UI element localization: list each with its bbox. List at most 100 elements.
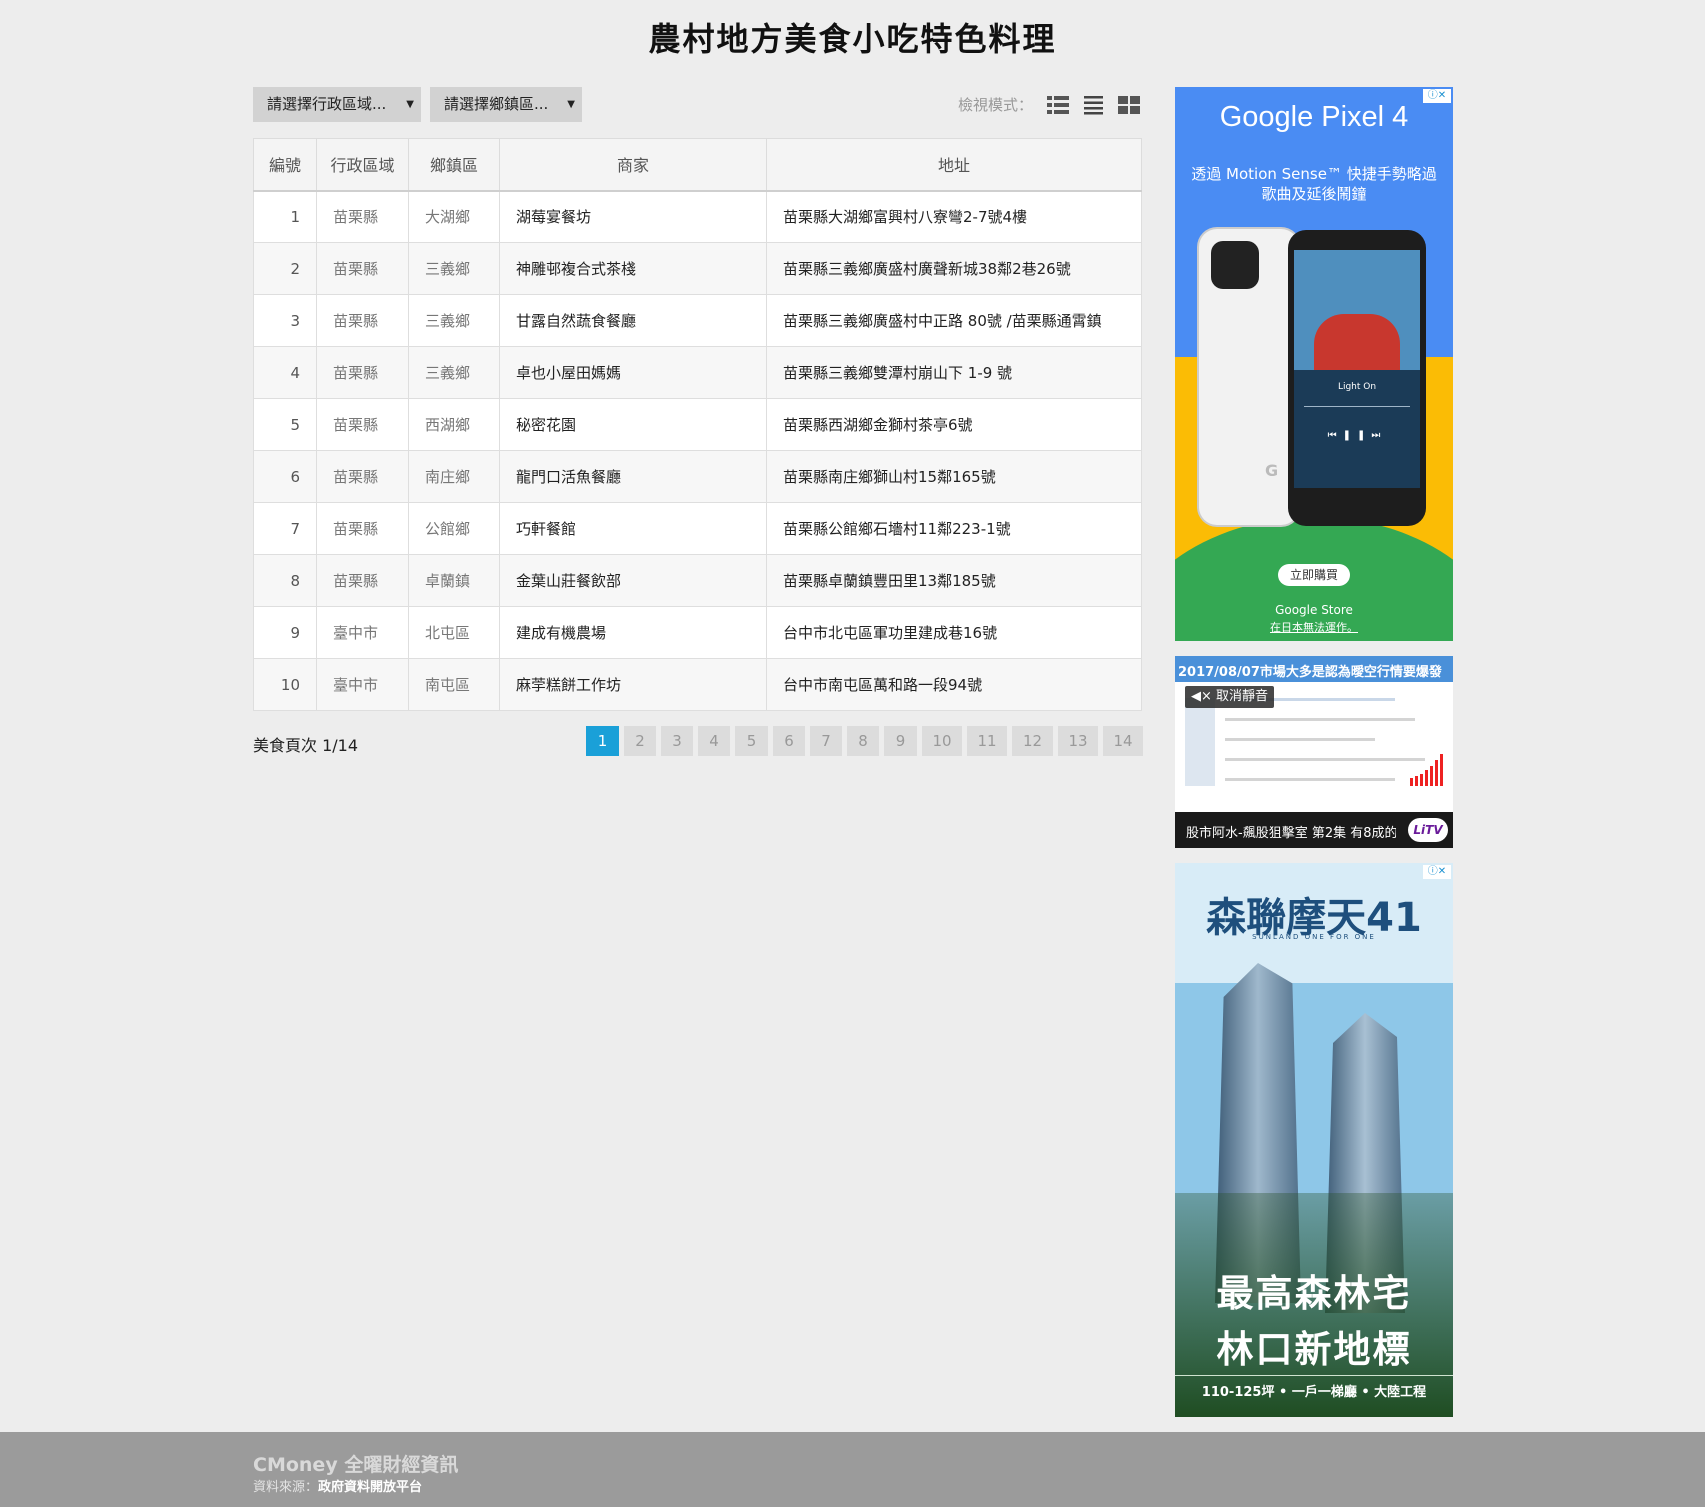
estate-line1: 最高森林宅 bbox=[1216, 1272, 1412, 1315]
page-button-14[interactable]: 14 bbox=[1103, 726, 1143, 756]
cell-shop: 秘密花園 bbox=[499, 398, 767, 451]
table-row[interactable]: 2 苗栗縣 三義鄉 神雕邨複合式茶棧 苗栗縣三義鄉廣盛村廣聲新城38鄰2巷26號 bbox=[253, 242, 1142, 295]
cell-region: 臺中市 bbox=[316, 606, 409, 659]
ad-video-player[interactable]: 2017/08/07市場大多是認為曖空行情要爆發 ◀× 取消靜音 股市阿水-飆股… bbox=[1175, 656, 1453, 848]
phone-back: G bbox=[1199, 229, 1299, 525]
ad-close-icon[interactable]: ⓘ✕ bbox=[1423, 865, 1451, 879]
ad-banner-estate[interactable]: ⓘ✕ 森聯摩天41 SUNLAND ONE FOR ONE 最高森林宅 林口新地… bbox=[1175, 863, 1453, 1417]
table-row[interactable]: 3 苗栗縣 三義鄉 甘露自然蔬食餐廳 苗栗縣三義鄉廣盛村中正路 80號 /苗栗縣… bbox=[253, 294, 1142, 347]
cell-no: 1 bbox=[253, 190, 317, 243]
town-select[interactable]: 請選擇鄉鎮區... ▼ bbox=[430, 87, 582, 122]
restaurant-table: 編號 行政區域 鄉鎮區 商家 地址 1 苗栗縣 大湖鄉 湖莓宴餐坊 苗栗縣大湖鄉… bbox=[253, 138, 1142, 711]
table-row[interactable]: 8 苗栗縣 卓蘭鎮 金葉山莊餐飲部 苗栗縣卓蘭鎮豐田里13鄰185號 bbox=[253, 554, 1142, 607]
page-button-7[interactable]: 7 bbox=[810, 726, 842, 756]
page-button-11[interactable]: 11 bbox=[967, 726, 1007, 756]
ad-banner-pixel[interactable]: ⓘ✕ Google Pixel 4 透過 Motion Sense™ 快捷手勢略… bbox=[1175, 87, 1453, 641]
ad-pixel-note[interactable]: 在日本無法運作。 bbox=[1175, 619, 1453, 635]
estate-divider bbox=[1175, 1375, 1453, 1376]
video-text-line bbox=[1225, 718, 1415, 721]
cell-town: 北屯區 bbox=[408, 606, 500, 659]
cell-address: 苗栗縣西湖鄉金獅村茶亭6號 bbox=[766, 398, 1142, 451]
video-bar-chart-icon bbox=[1410, 754, 1443, 786]
cell-address: 苗栗縣三義鄉雙潭村崩山下 1-9 號 bbox=[766, 346, 1142, 399]
table-row[interactable]: 5 苗栗縣 西湖鄉 秘密花園 苗栗縣西湖鄉金獅村茶亭6號 bbox=[253, 398, 1142, 451]
cell-shop: 金葉山莊餐飲部 bbox=[499, 554, 767, 607]
page-button-9[interactable]: 9 bbox=[884, 726, 917, 756]
table-row[interactable]: 7 苗栗縣 公館鄉 巧軒餐館 苗栗縣公館鄉石墻村11鄰223-1號 bbox=[253, 502, 1142, 555]
video-unmute-button[interactable]: ◀× 取消靜音 bbox=[1185, 686, 1275, 708]
caret-down-icon: ▼ bbox=[406, 99, 414, 110]
page-button-3[interactable]: 3 bbox=[661, 726, 693, 756]
cell-region: 苗栗縣 bbox=[316, 398, 409, 451]
page-button-1[interactable]: 1 bbox=[586, 726, 619, 756]
region-select[interactable]: 請選擇行政區域... ▼ bbox=[253, 87, 421, 122]
table-row[interactable]: 1 苗栗縣 大湖鄉 湖莓宴餐坊 苗栗縣大湖鄉富興村八寮彎2-7號4樓 bbox=[253, 190, 1142, 243]
estate-line2: 林口新地標 bbox=[1216, 1328, 1412, 1371]
table-header-row: 編號 行政區域 鄉鎮區 商家 地址 bbox=[253, 138, 1142, 192]
ad-pixel-cta-button[interactable]: 立即購買 bbox=[1278, 564, 1350, 586]
town-select-label: 請選擇鄉鎮區... bbox=[444, 95, 549, 113]
caret-down-icon: ▼ bbox=[567, 99, 575, 110]
table-row[interactable]: 6 苗栗縣 南庄鄉 龍門口活魚餐廳 苗栗縣南庄鄉獅山村15鄰165號 bbox=[253, 450, 1142, 503]
cell-shop: 卓也小屋田媽媽 bbox=[499, 346, 767, 399]
cell-shop: 龍門口活魚餐廳 bbox=[499, 450, 767, 503]
video-caption: 股市阿水-飆股狙擊室 第2集 有8成的... bbox=[1186, 826, 1396, 841]
header-no[interactable]: 編號 bbox=[253, 138, 317, 192]
page-button-12[interactable]: 12 bbox=[1012, 726, 1053, 756]
cell-no: 10 bbox=[253, 658, 317, 711]
cell-region: 苗栗縣 bbox=[316, 554, 409, 607]
cell-no: 7 bbox=[253, 502, 317, 555]
cell-town: 公館鄉 bbox=[408, 502, 500, 555]
table-view-icon[interactable] bbox=[1047, 95, 1069, 115]
list-view-icon[interactable] bbox=[1083, 95, 1105, 115]
header-shop[interactable]: 商家 bbox=[499, 138, 767, 192]
cell-town: 大湖鄉 bbox=[408, 190, 500, 243]
page-button-10[interactable]: 10 bbox=[922, 726, 962, 756]
page-title: 農村地方美食小吃特色料理 bbox=[648, 20, 1057, 58]
cell-region: 苗栗縣 bbox=[316, 450, 409, 503]
header-town[interactable]: 鄉鎮區 bbox=[408, 138, 500, 192]
ad-pixel-subtitle-1: 透過 Motion Sense™ 快捷手勢略過 bbox=[1191, 165, 1437, 183]
cell-region: 苗栗縣 bbox=[316, 294, 409, 347]
footer-source-label: 資料來源： bbox=[253, 1480, 319, 1495]
cell-no: 4 bbox=[253, 346, 317, 399]
cell-address: 苗栗縣三義鄉廣盛村廣聲新城38鄰2巷26號 bbox=[766, 242, 1142, 295]
header-address[interactable]: 地址 bbox=[766, 138, 1142, 192]
cell-region: 苗栗縣 bbox=[316, 502, 409, 555]
cell-region: 苗栗縣 bbox=[316, 346, 409, 399]
page-button-4[interactable]: 4 bbox=[698, 726, 730, 756]
cell-no: 6 bbox=[253, 450, 317, 503]
ad-pixel-store: Google Store bbox=[1275, 603, 1353, 617]
table-row[interactable]: 4 苗栗縣 三義鄉 卓也小屋田媽媽 苗栗縣三義鄉雙潭村崩山下 1-9 號 bbox=[253, 346, 1142, 399]
page-button-5[interactable]: 5 bbox=[735, 726, 768, 756]
footer-source-link[interactable]: 政府資料開放平台 bbox=[318, 1480, 422, 1495]
phone-screen-player: Light On ⏮❚❚⏭ bbox=[1294, 370, 1420, 488]
phone-screen-figure bbox=[1314, 314, 1400, 370]
cell-town: 西湖鄉 bbox=[408, 398, 500, 451]
region-select-label: 請選擇行政區域... bbox=[267, 95, 387, 113]
cell-region: 苗栗縣 bbox=[316, 242, 409, 295]
phone-front: Light On ⏮❚❚⏭ bbox=[1288, 230, 1426, 526]
video-text-line bbox=[1225, 778, 1395, 781]
table-row[interactable]: 9 臺中市 北屯區 建成有機農場 台中市北屯區軍功里建成巷16號 bbox=[253, 606, 1142, 659]
cell-region: 苗栗縣 bbox=[316, 190, 409, 243]
cell-town: 三義鄉 bbox=[408, 346, 500, 399]
video-thumb-list bbox=[1185, 698, 1215, 786]
player-progress bbox=[1304, 406, 1410, 407]
litv-logo: LiTV bbox=[1408, 818, 1448, 842]
header-region[interactable]: 行政區域 bbox=[316, 138, 409, 192]
page-button-2[interactable]: 2 bbox=[624, 726, 656, 756]
cell-region: 臺中市 bbox=[316, 658, 409, 711]
cell-town: 卓蘭鎮 bbox=[408, 554, 500, 607]
cell-address: 台中市北屯區軍功里建成巷16號 bbox=[766, 606, 1142, 659]
grid-view-icon[interactable] bbox=[1118, 95, 1140, 115]
camera-module-icon bbox=[1211, 241, 1259, 289]
video-text-line bbox=[1225, 738, 1375, 741]
footer-brand[interactable]: CMoney 全曜財經資訊 bbox=[253, 1450, 458, 1477]
table-row[interactable]: 10 臺中市 南屯區 麻荢糕餅工作坊 台中市南屯區萬和路一段94號 bbox=[253, 658, 1142, 711]
cell-address: 苗栗縣公館鄉石墻村11鄰223-1號 bbox=[766, 502, 1142, 555]
page-button-6[interactable]: 6 bbox=[773, 726, 805, 756]
page-button-13[interactable]: 13 bbox=[1058, 726, 1098, 756]
view-mode-label: 檢視模式： bbox=[958, 96, 1034, 114]
page-button-8[interactable]: 8 bbox=[847, 726, 879, 756]
